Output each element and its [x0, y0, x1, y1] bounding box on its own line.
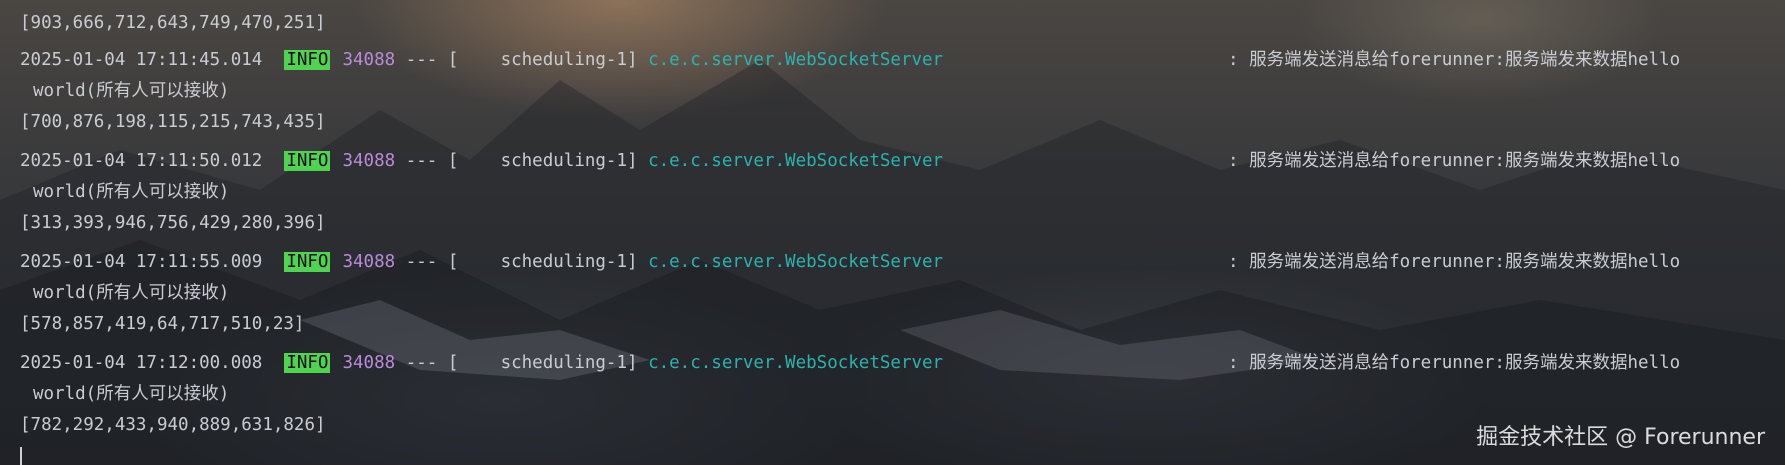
log-message: : 服务端发送消息给forerunner:服务端发来数据hello [1228, 252, 1681, 272]
log-logger: c.e.c.server.WebSocketServer [648, 252, 944, 272]
log-array-line: [782,292,433,940,889,631,826] [20, 415, 326, 435]
log-pid: 34088 [342, 151, 396, 171]
log-separator: --- [ [405, 252, 459, 272]
log-separator: --- [ [405, 353, 459, 373]
log-level-badge: INFO [284, 50, 331, 70]
log-array-line: [903,666,712,643,749,470,251] [20, 13, 326, 33]
log-logger: c.e.c.server.WebSocketServer [648, 151, 944, 171]
log-entry: 2025-01-04 17:12:00.008 INFO 34088 --- [ s… [20, 350, 1680, 376]
log-message-continuation: world(所有人可以接收) [33, 384, 230, 404]
console-output: [903,666,712,643,749,470,251] 2025-01-04… [0, 0, 1785, 465]
log-timestamp: 2025-01-04 17:11:55.009 [20, 252, 263, 272]
log-separator: --- [ [405, 50, 459, 70]
log-array-line: [578,857,419,64,717,510,23] [20, 314, 305, 334]
log-timestamp: 2025-01-04 17:12:00.008 [20, 353, 263, 373]
log-message: : 服务端发送消息给forerunner:服务端发来数据hello [1228, 151, 1681, 171]
log-thread: scheduling-1] [500, 50, 638, 70]
log-logger: c.e.c.server.WebSocketServer [648, 50, 944, 70]
log-separator: --- [ [405, 151, 459, 171]
log-logger: c.e.c.server.WebSocketServer [648, 353, 944, 373]
log-thread: scheduling-1] [500, 151, 638, 171]
log-pid: 34088 [342, 252, 396, 272]
log-timestamp: 2025-01-04 17:11:45.014 [20, 50, 263, 70]
log-entry: 2025-01-04 17:11:50.012 INFO 34088 --- [ s… [20, 148, 1680, 174]
log-pid: 34088 [342, 50, 396, 70]
log-entry: 2025-01-04 17:11:55.009 INFO 34088 --- [ s… [20, 249, 1680, 275]
text-cursor[interactable] [20, 447, 22, 465]
log-message: : 服务端发送消息给forerunner:服务端发来数据hello [1228, 50, 1681, 70]
log-array-line: [700,876,198,115,215,743,435] [20, 112, 326, 132]
log-level-badge: INFO [284, 353, 331, 373]
log-thread: scheduling-1] [500, 252, 638, 272]
log-array-line: [313,393,946,756,429,280,396] [20, 213, 326, 233]
log-message-continuation: world(所有人可以接收) [33, 182, 230, 202]
log-entry: 2025-01-04 17:11:45.014 INFO 34088 --- [ s… [20, 47, 1680, 73]
log-level-badge: INFO [284, 252, 331, 272]
watermark-text: 掘金技术社区 @ Forerunner [1476, 425, 1765, 450]
log-message: : 服务端发送消息给forerunner:服务端发来数据hello [1228, 353, 1681, 373]
log-level-badge: INFO [284, 151, 331, 171]
log-timestamp: 2025-01-04 17:11:50.012 [20, 151, 263, 171]
log-pid: 34088 [342, 353, 396, 373]
log-thread: scheduling-1] [500, 353, 638, 373]
log-message-continuation: world(所有人可以接收) [33, 81, 230, 101]
log-message-continuation: world(所有人可以接收) [33, 283, 230, 303]
